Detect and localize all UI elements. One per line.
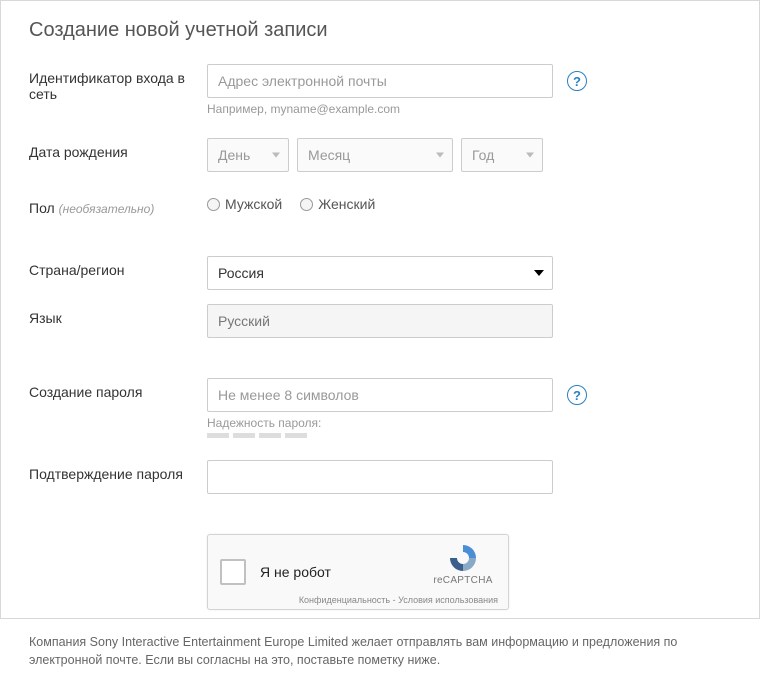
password-confirm-input[interactable]	[207, 460, 553, 494]
dob-label: Дата рождения	[29, 138, 207, 160]
dob-day-select[interactable]: День	[207, 138, 289, 172]
dob-month-value: Месяц	[308, 147, 350, 163]
chevron-down-icon	[526, 153, 534, 158]
gender-optional: (необязательно)	[59, 202, 155, 216]
gender-male-label: Мужской	[225, 196, 282, 212]
help-icon[interactable]: ?	[567, 71, 587, 91]
country-select[interactable]: Россия	[207, 256, 553, 290]
password-strength-meter	[207, 433, 731, 438]
recaptcha-links[interactable]: Конфиденциальность - Условия использован…	[299, 595, 498, 605]
dob-year-select[interactable]: Год	[461, 138, 543, 172]
footer-consent-text: Компания Sony Interactive Entertainment …	[1, 634, 759, 677]
password-confirm-label: Подтверждение пароля	[29, 460, 207, 482]
gender-male-radio[interactable]: Мужской	[207, 196, 282, 212]
language-label: Язык	[29, 304, 207, 326]
page-title: Создание новой учетной записи	[29, 19, 731, 42]
password-create-label: Создание пароля	[29, 378, 207, 400]
recaptcha-widget: Я не робот reCAPTCHA Конфиденциальность …	[207, 534, 509, 610]
gender-label: Пол (необязательно)	[29, 194, 207, 216]
password-input[interactable]	[207, 378, 553, 412]
language-value: Русский	[218, 313, 270, 329]
signin-id-hint: Например, myname@example.com	[207, 102, 731, 116]
country-label: Страна/регион	[29, 256, 207, 278]
help-icon[interactable]: ?	[567, 385, 587, 405]
dob-month-select[interactable]: Месяц	[297, 138, 453, 172]
signin-id-input[interactable]	[207, 64, 553, 98]
country-value: Россия	[218, 265, 264, 281]
dob-day-value: День	[218, 147, 250, 163]
gender-female-radio[interactable]: Женский	[300, 196, 375, 212]
signin-id-label: Идентификатор входа в сеть	[29, 64, 207, 102]
radio-icon	[207, 198, 220, 211]
password-strength-label: Надежность пароля:	[207, 416, 731, 430]
recaptcha-checkbox[interactable]	[220, 559, 246, 585]
dob-year-value: Год	[472, 147, 494, 163]
recaptcha-brand: reCAPTCHA	[428, 575, 498, 586]
language-field: Русский	[207, 304, 553, 338]
gender-female-label: Женский	[318, 196, 375, 212]
radio-icon	[300, 198, 313, 211]
chevron-down-icon	[436, 153, 444, 158]
recaptcha-label: Я не робот	[260, 564, 331, 580]
chevron-down-icon	[272, 153, 280, 158]
recaptcha-logo-icon	[428, 543, 498, 573]
chevron-down-icon	[534, 270, 544, 276]
